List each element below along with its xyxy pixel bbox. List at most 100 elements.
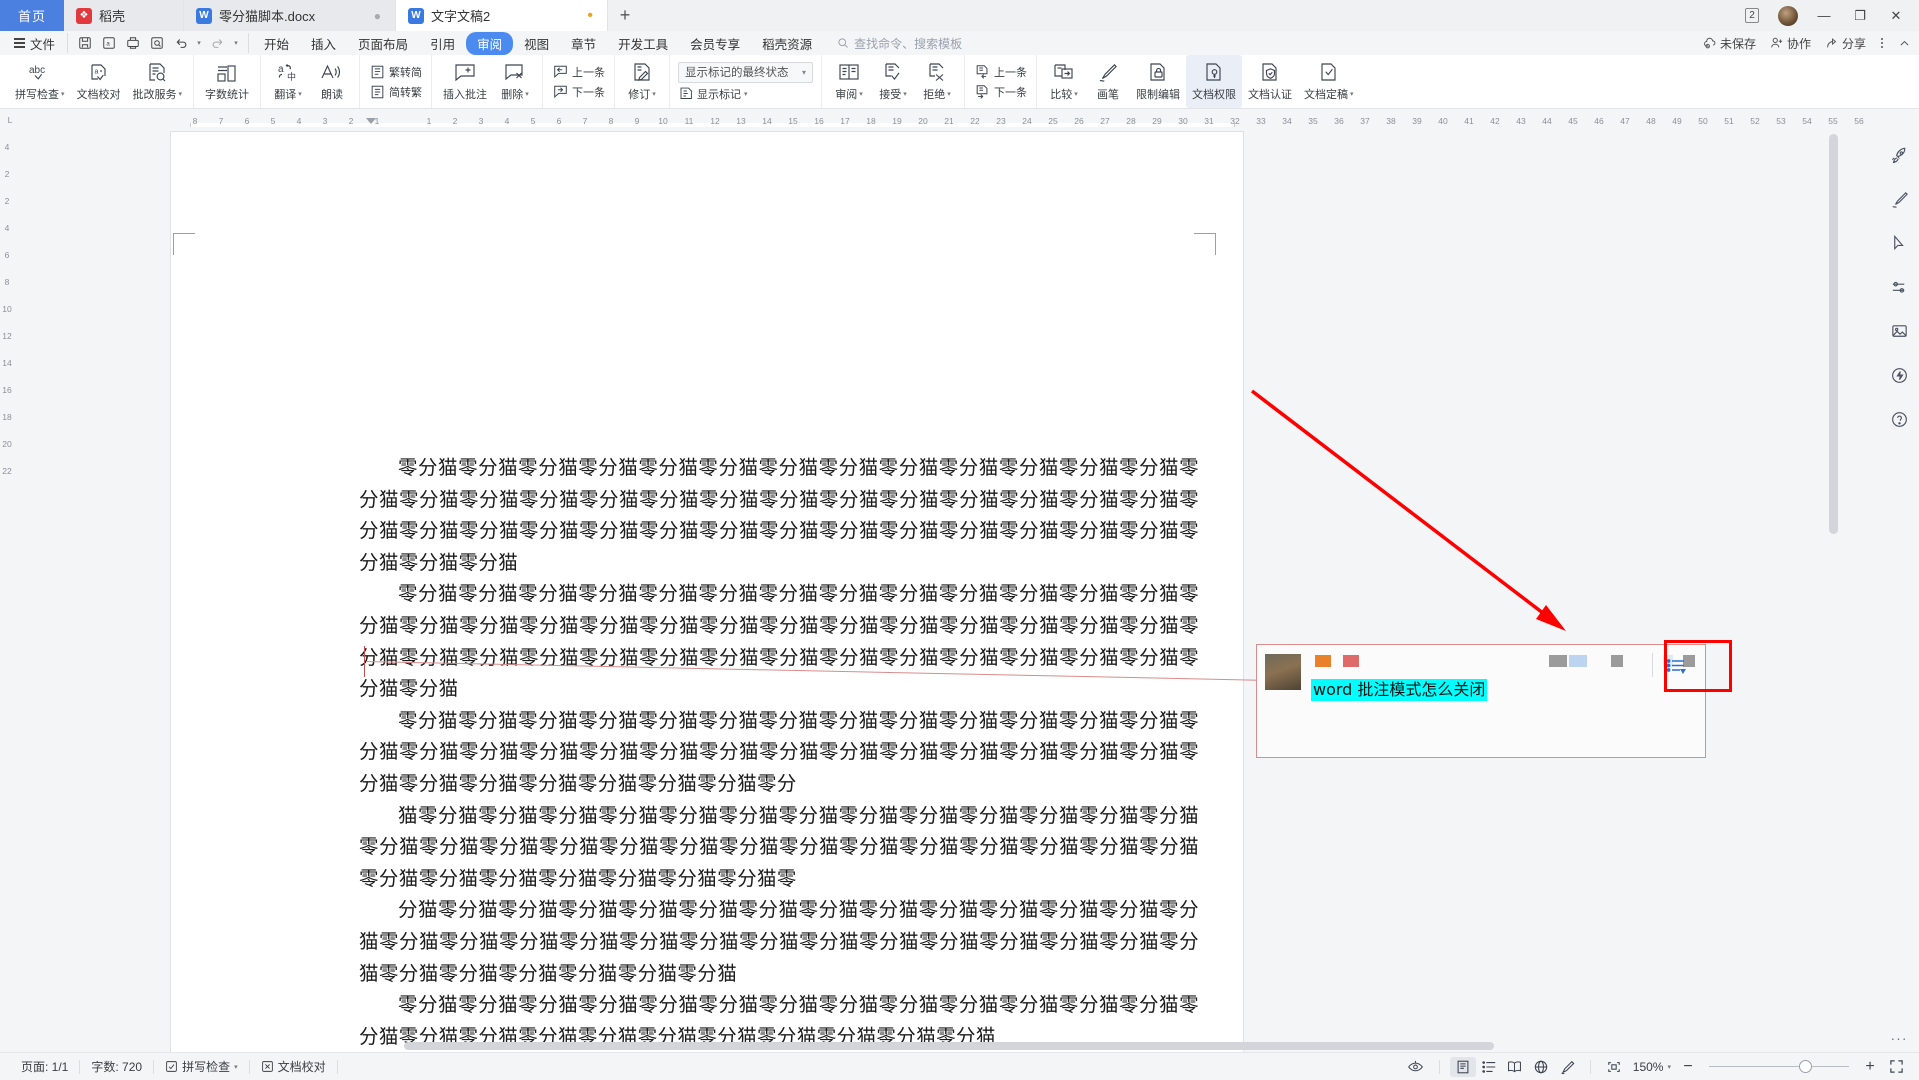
print-icon[interactable] [122,33,144,53]
tab-close-icon[interactable]: ● [358,9,381,23]
fullscreen-icon [1889,1060,1903,1073]
tab-page-layout[interactable]: 页面布局 [347,32,419,55]
save-as-icon[interactable]: a [98,33,120,53]
document-body-text[interactable]: 零分猫零分猫零分猫零分猫零分猫零分猫零分猫零分猫零分猫零分猫零分猫零分猫零分猫零… [359,452,1199,1052]
settings-sliders-icon[interactable] [1890,278,1909,297]
tab-lingfenmao-script[interactable]: W 零分猫脚本.docx ● [184,0,396,31]
document-permission-button[interactable]: 文档权限 [1186,55,1243,108]
close-button[interactable]: ✕ [1879,0,1913,31]
web-view-button[interactable] [1528,1057,1554,1077]
zoom-level-button[interactable]: 150% ▾ [1627,1060,1675,1074]
next-comment-button[interactable]: 下一条 [552,84,605,100]
markup-mode-dropdown[interactable]: 显示标记的最终状态 ▾ [678,61,814,83]
tab-insert[interactable]: 插入 [300,32,347,55]
page-view-button[interactable] [1449,1056,1476,1077]
home-tab[interactable]: 首页 [0,0,64,31]
horizontal-scrollbar[interactable] [404,1042,1494,1050]
avatar[interactable] [1771,0,1805,31]
reviewing-pane-button[interactable]: 审阅 ▾ [827,55,871,108]
brush-icon[interactable] [1890,190,1909,209]
help-circle-icon[interactable] [1890,410,1909,429]
zoom-in-button[interactable]: + [1857,1057,1883,1077]
customize-qat-icon[interactable]: ▾ [230,33,242,53]
more-options-button[interactable] [1880,36,1884,50]
cloud-unsaved-button[interactable]: 未保存 [1703,35,1756,52]
simp-to-trad-button[interactable]: 简转繁 [369,84,422,100]
proofread-toggle[interactable]: 文档校对 [250,1058,337,1075]
document-proofread-button[interactable]: a 文档校对 [71,55,127,108]
sidebar-more-button[interactable]: ··· [1891,1030,1908,1046]
ink-pen-button[interactable]: 画笔 [1086,55,1130,108]
tab-member-exclusive[interactable]: 会员专享 [679,32,751,55]
trad-to-simp-button[interactable]: 繁转简 [369,64,422,80]
undo-icon[interactable] [170,33,192,53]
word-count-indicator[interactable]: 字数: 720 [80,1058,153,1075]
delete-comment-button[interactable]: 删除 ▾ [493,55,537,108]
cursor-arrow-icon[interactable] [1890,234,1909,253]
document-canvas[interactable]: 零分猫零分猫零分猫零分猫零分猫零分猫零分猫零分猫零分猫零分猫零分猫零分猫零分猫零… [14,128,1879,1052]
word-count-button[interactable]: 字数统计 [199,55,255,108]
share-button[interactable]: 分享 [1825,35,1866,52]
spellcheck-toggle[interactable]: 拼写检查 ▾ [154,1058,249,1075]
scrollbar-thumb[interactable] [1829,134,1838,534]
show-markup-button[interactable]: 显示标记 ▾ [678,86,748,102]
insert-comment-button[interactable]: 插入批注 [437,55,493,108]
track-changes-button[interactable]: 修订 ▾ [620,55,664,108]
writing-view-button[interactable] [1554,1057,1580,1077]
tab-start[interactable]: 开始 [253,32,300,55]
tab-wenzi-wengao-2[interactable]: W 文字文稿2 • [396,0,608,31]
prev-change-button[interactable]: 上一条 [974,64,1027,80]
tab-label: 稻壳 [99,9,126,24]
tab-count-badge[interactable]: 2 [1735,0,1769,31]
horizontal-ruler[interactable]: L 87 65 43 21 12 34 56 78 9 10 11 12 13 14 … [0,109,1919,128]
document-certify-button[interactable]: 文档认证 [1242,55,1298,108]
vertical-ruler[interactable]: 42 24 68 10 12 14 16 18 20 22 [0,128,14,1052]
search-input[interactable]: 查找命令、搜索模板 [837,35,962,52]
print-preview-icon[interactable] [146,33,168,53]
fullscreen-button[interactable] [1883,1057,1909,1077]
new-tab-button[interactable]: + [608,0,642,31]
tab-sections[interactable]: 章节 [560,32,607,55]
tab-view[interactable]: 视图 [513,32,560,55]
tab-daoke-resources[interactable]: 稻壳资源 [751,32,823,55]
outline-view-button[interactable] [1476,1057,1502,1077]
finalize-document-button[interactable]: 文档定稿 ▾ [1298,55,1360,108]
image-tools-icon[interactable] [1890,322,1909,341]
file-menu-button[interactable]: 文件 [6,34,63,53]
comment-highlighted-text[interactable]: word 批注模式怎么关闭 [1311,679,1488,701]
collaborate-button[interactable]: 协作 [1770,35,1811,52]
undo-caret-icon[interactable]: ▾ [194,33,204,53]
compare-docs-button[interactable]: 比较 ▾ [1042,55,1086,108]
tab-daoke[interactable]: ❖ 稻壳 [64,0,184,31]
tab-developer[interactable]: 开发工具 [607,32,679,55]
minimize-button[interactable]: — [1807,0,1841,31]
lightning-badge-icon[interactable] [1890,366,1909,385]
page-indicator[interactable]: 页面: 1/1 [10,1058,79,1075]
reading-view-button[interactable] [1502,1057,1528,1077]
accept-change-button[interactable]: 接受 ▾ [871,55,915,108]
restrict-editing-button[interactable]: 限制编辑 [1130,55,1186,108]
reject-change-button[interactable]: 拒绝 ▾ [915,55,959,108]
tab-references[interactable]: 引用 [419,32,466,55]
vertical-scrollbar[interactable] [1829,134,1838,534]
collapse-ribbon-button[interactable] [1898,37,1911,50]
chevron-down-icon: ▾ [1074,91,1078,98]
focus-mode-button[interactable] [1403,1057,1429,1077]
prev-comment-button[interactable]: 上一条 [552,64,605,80]
spell-check-button[interactable]: abc 拼写检查 ▾ [9,55,71,108]
save-icon[interactable] [74,33,96,53]
rocket-icon[interactable] [1890,146,1909,165]
correction-service-button[interactable]: 批改服务 ▾ [127,55,189,108]
zoom-slider-handle[interactable] [1798,1060,1812,1073]
ruler-scale[interactable]: 87 65 43 21 12 34 56 78 9 10 11 12 13 14 15… [20,109,1919,128]
zoom-out-button[interactable]: − [1675,1057,1701,1077]
next-change-button[interactable]: 下一条 [974,84,1027,100]
tab-review[interactable]: 审阅 [466,31,514,55]
comment-balloon[interactable]: word 批注模式怎么关闭 [1256,644,1706,758]
fit-page-button[interactable] [1601,1057,1627,1077]
translate-button[interactable]: a中 翻译 ▾ [266,55,310,108]
zoom-slider[interactable] [1709,1060,1849,1074]
redo-icon[interactable] [206,33,228,53]
read-aloud-button[interactable]: 朗读 [310,55,354,108]
restore-button[interactable]: ❐ [1843,0,1877,31]
